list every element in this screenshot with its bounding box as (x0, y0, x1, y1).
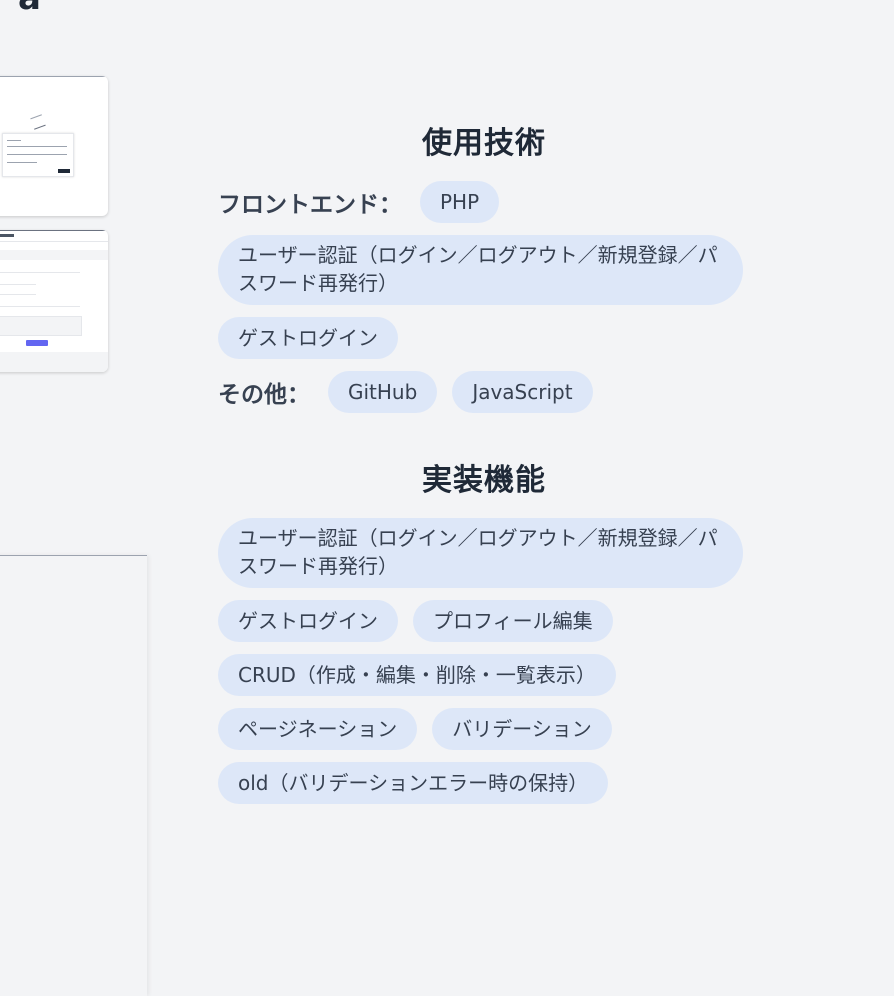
frontend-row: ユーザー認証（ログイン／ログアウト／新規登録／パスワード再発行） (218, 235, 758, 305)
frontend-row: フロントエンド： PHP (218, 181, 758, 223)
features-section-title: 実装機能 (422, 463, 546, 498)
frontend-label: フロントエンド： (218, 192, 402, 218)
frontend-row: ゲストログイン (218, 317, 758, 359)
feature-tag: バリデーション (432, 708, 612, 750)
feature-row: old（バリデーションエラー時の保持） (218, 762, 758, 804)
project-details: 使用技術 フロントエンド： PHP ユーザー認証（ログイン／ログアウト／新規登録… (218, 120, 758, 804)
thumbnail-row (0, 268, 80, 273)
thumbnail-row (0, 302, 80, 307)
thumbnail-login-card (2, 133, 74, 177)
tech-tag: GitHub (328, 371, 438, 413)
thumbnail-submit-button (26, 340, 48, 346)
feature-tag: プロフィール編集 (413, 600, 613, 642)
tech-section-title: 使用技術 (422, 126, 546, 161)
thumbnail-footer (0, 352, 108, 372)
feature-tag: ユーザー認証（ログイン／ログアウト／新規登録／パスワード再発行） (218, 518, 743, 588)
tech-tag: ユーザー認証（ログイン／ログアウト／新規登録／パスワード再発行） (218, 235, 743, 305)
thumbnail-row (0, 280, 36, 285)
tech-tag: ゲストログイン (218, 317, 398, 359)
tech-tag: PHP (420, 181, 500, 223)
other-label: その他： (218, 382, 310, 408)
feature-tag: CRUD（作成・編集・削除・一覧表示） (218, 654, 616, 696)
feature-row: ユーザー認証（ログイン／ログアウト／新規登録／パスワード再発行） (218, 518, 758, 588)
logo-icon (30, 114, 46, 130)
feature-row: ページネーション バリデーション (218, 708, 758, 750)
tech-tag: JavaScript (452, 371, 593, 413)
page-heading-fragment: a (18, 0, 41, 18)
feature-tag: old（バリデーションエラー時の保持） (218, 762, 609, 804)
screenshot-thumbnail-form[interactable] (0, 230, 108, 372)
feature-row: CRUD（作成・編集・削除・一覧表示） (218, 654, 758, 696)
thumbnail-header (0, 230, 108, 242)
screenshot-panel (0, 555, 147, 996)
features-section: 実装機能 ユーザー認証（ログイン／ログアウト／新規登録／パスワード再発行） ゲス… (218, 457, 758, 804)
feature-row: ゲストログイン プロフィール編集 (218, 600, 758, 642)
thumbnail-row (0, 290, 36, 295)
screenshot-thumbnail-login[interactable] (0, 76, 108, 216)
other-row: その他： GitHub JavaScript (218, 371, 758, 413)
thumbnail-textarea (0, 316, 82, 336)
thumbnail-band (0, 250, 108, 260)
divider (0, 76, 108, 77)
feature-tag: ゲストログイン (218, 600, 398, 642)
feature-tag: ページネーション (218, 708, 418, 750)
